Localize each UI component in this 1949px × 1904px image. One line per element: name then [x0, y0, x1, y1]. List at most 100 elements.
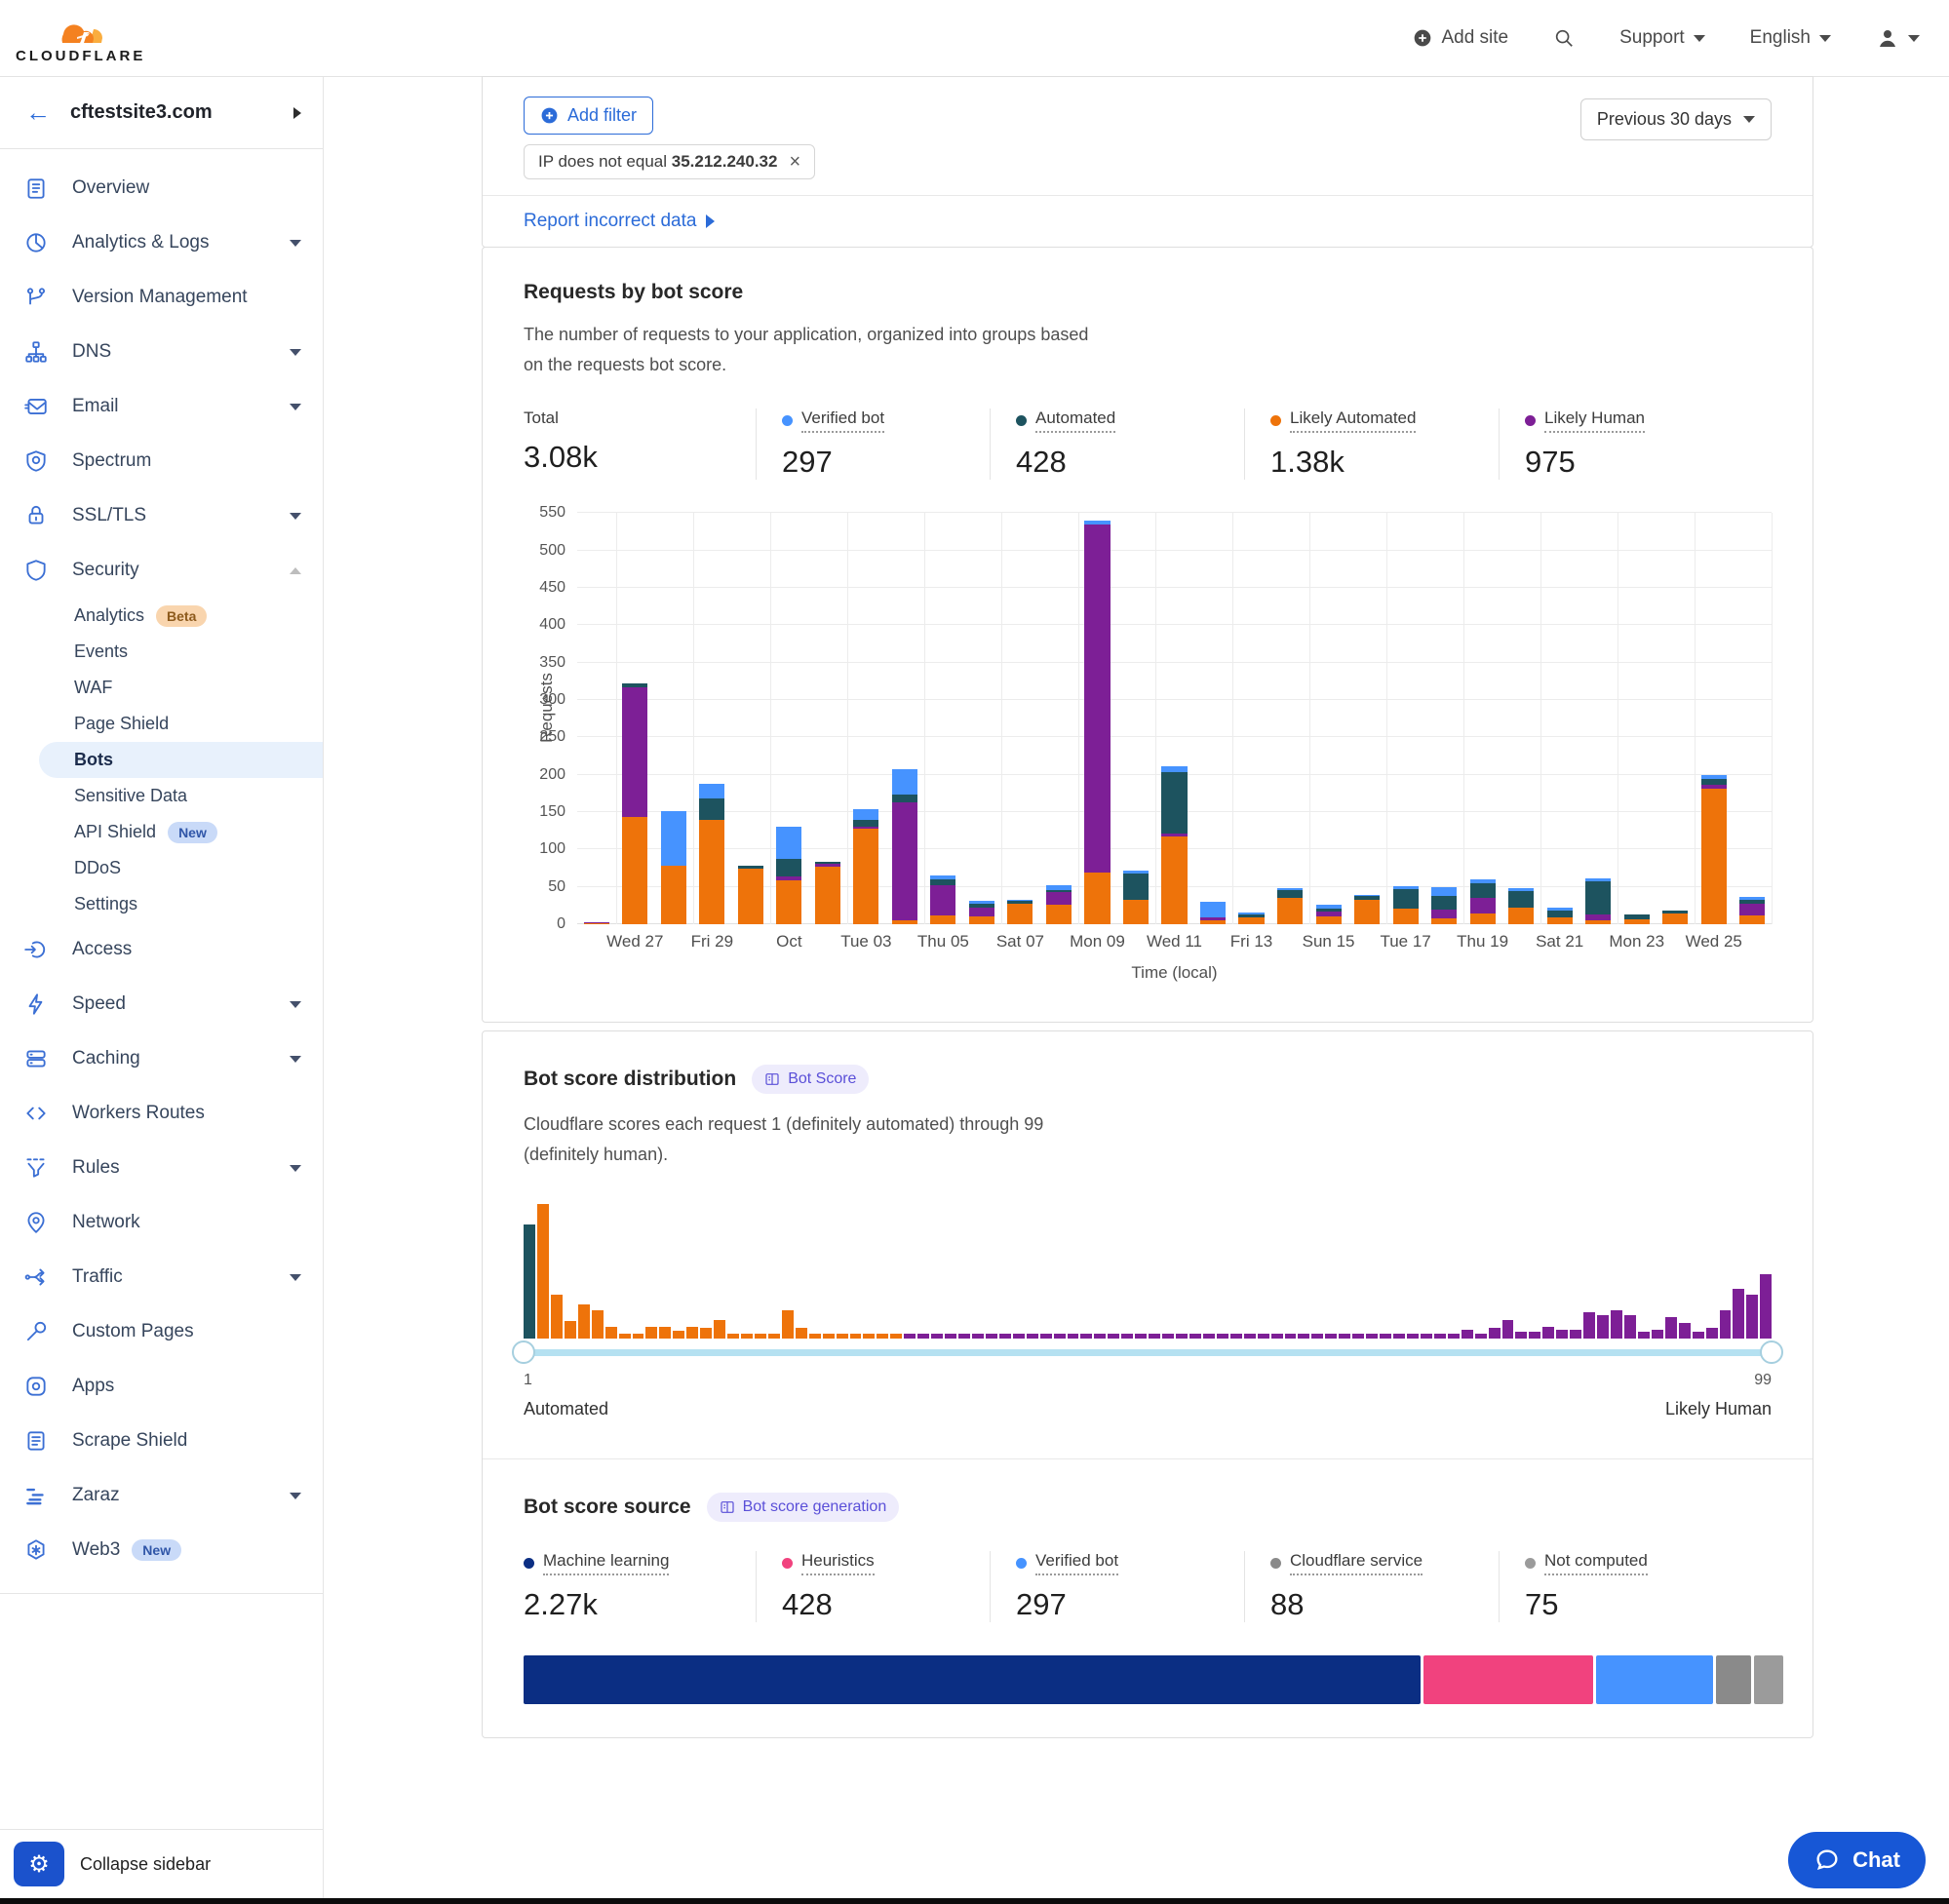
histogram-bar[interactable] [809, 1334, 821, 1340]
sidebar-item-network[interactable]: Network [0, 1195, 323, 1250]
histogram-bar[interactable] [1529, 1332, 1540, 1339]
chart-bar[interactable] [1200, 902, 1226, 924]
sidebar-item-dns[interactable]: DNS [0, 325, 323, 379]
bot-score-badge[interactable]: Bot Score [752, 1065, 869, 1094]
histogram-bar[interactable] [1407, 1334, 1419, 1340]
sidebar-item-waf[interactable]: WAF [0, 670, 323, 706]
chart-bar[interactable] [1161, 766, 1187, 924]
sidebar-item-email[interactable]: Email [0, 379, 323, 434]
histogram-bar[interactable] [714, 1320, 725, 1339]
chart-bar[interactable] [1238, 913, 1264, 924]
sidebar-item-zaraz[interactable]: Zaraz [0, 1468, 323, 1523]
source-segment-verified-bot[interactable] [1596, 1655, 1713, 1704]
histogram-bar[interactable] [1162, 1334, 1174, 1340]
histogram-bar[interactable] [1665, 1317, 1677, 1339]
histogram-bar[interactable] [1515, 1332, 1527, 1339]
histogram-bar[interactable] [1135, 1334, 1147, 1340]
chart-bar[interactable] [1393, 886, 1419, 924]
sidebar-item-rules[interactable]: Rules [0, 1141, 323, 1195]
report-incorrect-data-link[interactable]: Report incorrect data [524, 211, 715, 232]
slider-handle-max[interactable] [1760, 1341, 1783, 1364]
histogram-bar[interactable] [945, 1334, 956, 1340]
chart-bar[interactable] [1354, 895, 1380, 925]
histogram-bar[interactable] [1489, 1328, 1501, 1339]
time-range-select[interactable]: Previous 30 days [1580, 98, 1772, 140]
chat-button[interactable]: Chat [1788, 1832, 1926, 1888]
sidebar-item-access[interactable]: Access [0, 922, 323, 977]
sidebar-item-analytics[interactable]: AnalyticsBeta [0, 598, 323, 634]
language-menu[interactable]: English [1750, 27, 1831, 49]
histogram-bar[interactable] [1597, 1315, 1609, 1340]
sidebar-item-bots[interactable]: Bots [39, 742, 323, 778]
histogram-bar[interactable] [741, 1334, 753, 1340]
histogram-bar[interactable] [1638, 1332, 1650, 1339]
histogram-bar[interactable] [1121, 1334, 1133, 1340]
histogram-bar[interactable] [1027, 1334, 1038, 1340]
add-filter-button[interactable]: Add filter [524, 97, 653, 135]
chart-bar[interactable] [584, 922, 609, 924]
histogram-bar[interactable] [1203, 1334, 1215, 1340]
histogram-bar[interactable] [850, 1334, 862, 1340]
histogram-bar[interactable] [1298, 1334, 1309, 1340]
histogram-bar[interactable] [605, 1327, 617, 1339]
histogram-bar[interactable] [1352, 1334, 1364, 1340]
chart-bar[interactable] [699, 784, 724, 924]
histogram-bar[interactable] [619, 1334, 631, 1340]
histogram-bar[interactable] [1393, 1334, 1405, 1340]
sidebar-item-web3[interactable]: Web3New [0, 1523, 323, 1577]
sidebar-item-version-management[interactable]: Version Management [0, 270, 323, 325]
histogram-bar[interactable] [700, 1328, 712, 1339]
histogram-bar[interactable] [1230, 1334, 1242, 1340]
histogram-bar[interactable] [972, 1334, 984, 1340]
chart-bar[interactable] [1585, 878, 1611, 925]
chart-bar[interactable] [930, 875, 955, 924]
histogram-bar[interactable] [1013, 1334, 1025, 1340]
chart-bar[interactable] [1046, 885, 1072, 925]
slider-handle-min[interactable] [512, 1341, 535, 1364]
histogram-bar[interactable] [524, 1224, 535, 1339]
sidebar-item-page-shield[interactable]: Page Shield [0, 706, 323, 742]
histogram-bar[interactable] [755, 1334, 766, 1340]
histogram-bar[interactable] [1542, 1327, 1554, 1339]
chart-bar[interactable] [1431, 887, 1457, 924]
histogram-bar[interactable] [1706, 1328, 1718, 1339]
histogram-bar[interactable] [565, 1321, 576, 1339]
histogram-bar[interactable] [1611, 1310, 1622, 1339]
sidebar-item-ddos[interactable]: DDoS [0, 850, 323, 886]
histogram-bar[interactable] [1149, 1334, 1160, 1340]
histogram-bar[interactable] [551, 1295, 563, 1340]
sidebar-item-caching[interactable]: Caching [0, 1031, 323, 1086]
sidebar-item-api-shield[interactable]: API ShieldNew [0, 814, 323, 850]
histogram-bar[interactable] [1556, 1330, 1568, 1340]
histogram-bar[interactable] [1720, 1310, 1732, 1339]
chart-bar[interactable] [1007, 900, 1033, 924]
chart-bar[interactable] [776, 827, 801, 924]
histogram-bar[interactable] [1583, 1312, 1595, 1340]
sidebar-item-traffic[interactable]: Traffic [0, 1250, 323, 1304]
histogram-bar[interactable] [999, 1334, 1011, 1340]
source-segment-not-computed[interactable] [1754, 1655, 1783, 1704]
chart-bar[interactable] [1547, 908, 1573, 924]
histogram-bar[interactable] [877, 1334, 888, 1340]
histogram-bar[interactable] [904, 1334, 916, 1340]
chart-bar[interactable] [1470, 879, 1496, 924]
histogram-bar[interactable] [823, 1334, 835, 1340]
chart-bar[interactable] [1316, 905, 1342, 924]
histogram-bar[interactable] [768, 1334, 780, 1340]
sidebar-item-scrape-shield[interactable]: Scrape Shield [0, 1414, 323, 1468]
histogram-bar[interactable] [1760, 1274, 1772, 1339]
chart-bar[interactable] [1277, 888, 1303, 925]
source-segment-machine-learning[interactable] [524, 1655, 1421, 1704]
histogram-bar[interactable] [1040, 1334, 1052, 1340]
histogram-bar[interactable] [1217, 1334, 1228, 1340]
histogram-bar[interactable] [863, 1334, 875, 1340]
sidebar-item-custom-pages[interactable]: Custom Pages [0, 1304, 323, 1359]
account-menu[interactable] [1876, 26, 1920, 50]
histogram-bar[interactable] [1108, 1334, 1119, 1340]
histogram-bar[interactable] [986, 1334, 997, 1340]
histogram-bar[interactable] [1624, 1315, 1636, 1340]
histogram-bar[interactable] [1258, 1334, 1269, 1340]
sidebar-item-overview[interactable]: Overview [0, 161, 323, 215]
histogram-bar[interactable] [1448, 1334, 1460, 1340]
sidebar-item-analytics-logs[interactable]: Analytics & Logs [0, 215, 323, 270]
